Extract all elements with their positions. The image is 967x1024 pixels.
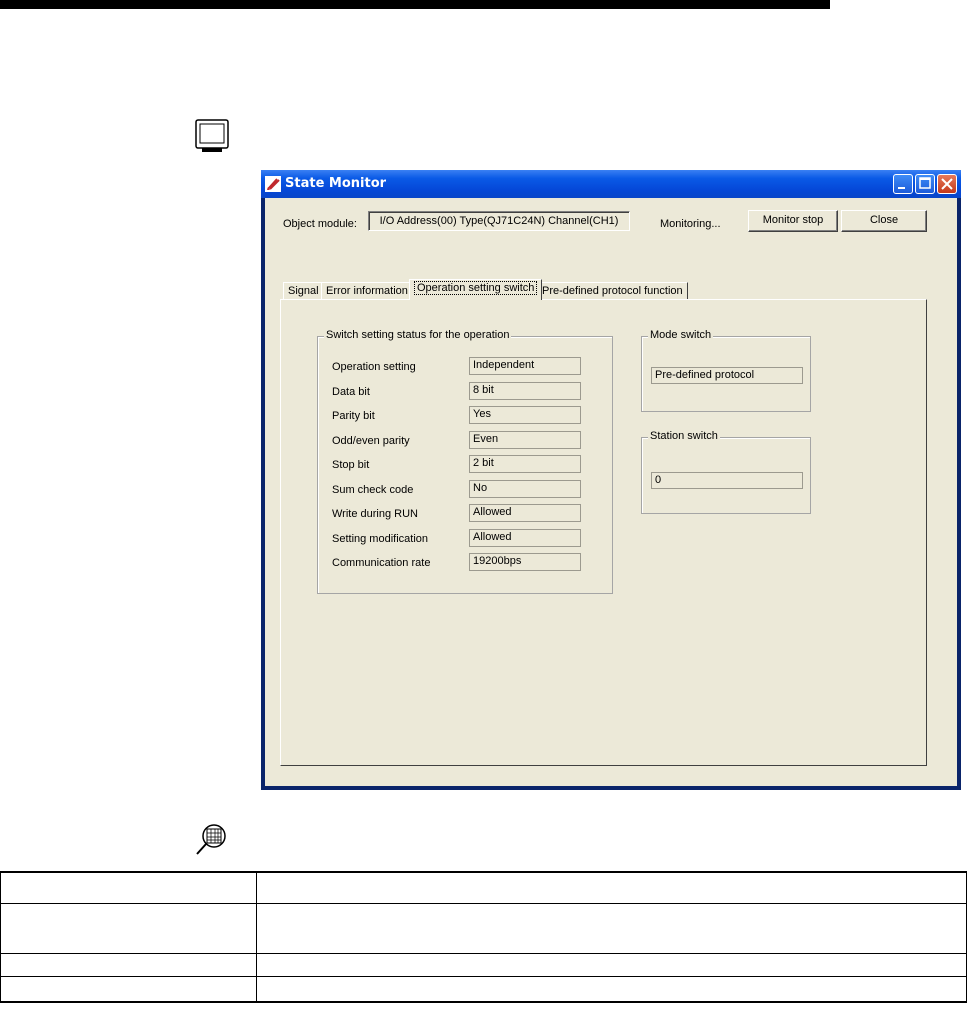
odd-even-parity-label: Odd/even parity	[332, 435, 410, 447]
page-header-bar	[0, 0, 830, 9]
sum-check-code-value: No	[469, 480, 581, 498]
write-during-run-label: Write during RUN	[332, 508, 418, 520]
operation-setting-label: Operation setting	[332, 361, 416, 373]
table-cell	[0, 953, 257, 977]
stop-bit-value: 2 bit	[469, 455, 581, 473]
table-cell	[256, 976, 967, 1003]
window-client-area: Object module: I/O Address(00) Type(QJ71…	[265, 198, 957, 786]
sum-check-code-label: Sum check code	[332, 484, 414, 496]
setting-modification-value: Allowed	[469, 529, 581, 547]
tab-error-information[interactable]: Error information	[321, 282, 413, 300]
tab-panel: Switch setting status for the operation …	[280, 299, 927, 766]
mode-switch-value: Pre-defined protocol	[651, 367, 803, 384]
mode-switch-group-title: Mode switch	[648, 329, 714, 341]
stop-bit-label: Stop bit	[332, 459, 370, 471]
odd-even-parity-value: Even	[469, 431, 581, 449]
table-cell	[256, 903, 967, 954]
parity-bit-value: Yes	[469, 406, 581, 424]
setting-modification-label: Setting modification	[332, 533, 428, 545]
tab-operation-setting-switch[interactable]: Operation setting switch	[409, 279, 543, 300]
monitor-stop-button[interactable]: Monitor stop	[748, 210, 838, 232]
monitoring-status: Monitoring...	[660, 218, 721, 230]
station-switch-group: Station switch 0	[641, 430, 811, 514]
object-module-label: Object module:	[283, 218, 357, 230]
title-bar[interactable]: State Monitor	[261, 170, 961, 198]
data-bit-value: 8 bit	[469, 382, 581, 400]
table-row	[0, 976, 967, 1003]
parity-bit-label: Parity bit	[332, 410, 375, 422]
communication-rate-value: 19200bps	[469, 553, 581, 571]
close-window-button[interactable]	[937, 174, 957, 194]
magnifier-table-icon	[194, 823, 228, 857]
table-cell	[0, 976, 257, 1003]
tab-signal[interactable]: Signal	[283, 282, 324, 300]
station-switch-group-title: Station switch	[648, 430, 720, 442]
tab-pre-defined-protocol-function[interactable]: Pre-defined protocol function	[537, 282, 688, 300]
table-cell	[256, 953, 967, 977]
switch-setting-group: Switch setting status for the operation …	[317, 329, 613, 594]
table-cell	[0, 903, 257, 954]
switch-setting-group-title: Switch setting status for the operation	[324, 329, 512, 341]
mode-switch-group: Mode switch Pre-defined protocol	[641, 329, 811, 412]
spec-table	[0, 871, 967, 1003]
maximize-button[interactable]	[915, 174, 935, 194]
table-row	[0, 953, 967, 977]
window-title: State Monitor	[285, 176, 387, 191]
table-cell	[0, 871, 257, 904]
communication-rate-label: Communication rate	[332, 557, 431, 569]
data-bit-label: Data bit	[332, 386, 370, 398]
close-button[interactable]: Close	[841, 210, 927, 232]
table-cell	[256, 871, 967, 904]
monitor-icon	[195, 119, 231, 155]
app-icon	[265, 176, 281, 192]
station-switch-value: 0	[651, 472, 803, 489]
state-monitor-window: State Monitor Object module: I/O Address…	[261, 170, 961, 790]
table-row	[0, 871, 967, 904]
write-during-run-value: Allowed	[469, 504, 581, 522]
table-row	[0, 903, 967, 954]
minimize-button[interactable]	[893, 174, 913, 194]
object-module-field: I/O Address(00) Type(QJ71C24N) Channel(C…	[368, 211, 630, 231]
operation-setting-value: Independent	[469, 357, 581, 375]
